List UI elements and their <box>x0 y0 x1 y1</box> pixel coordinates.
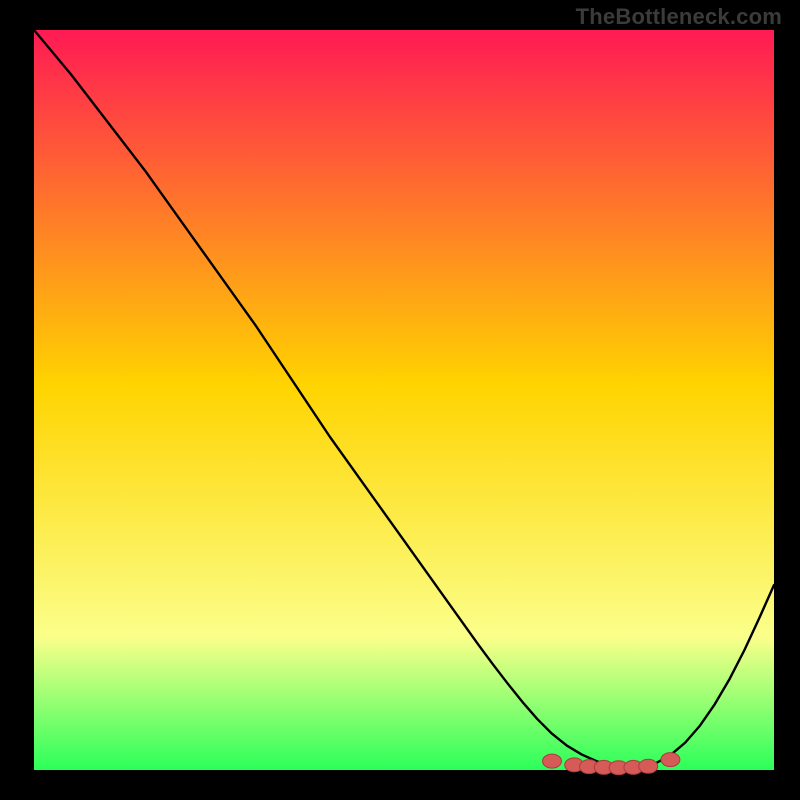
bottleneck-chart <box>0 0 800 800</box>
optimal-point-marker <box>543 754 562 768</box>
chart-frame: { "watermark": "TheBottleneck.com", "col… <box>0 0 800 800</box>
watermark-text: TheBottleneck.com <box>576 4 782 30</box>
optimal-point-marker <box>639 759 658 773</box>
plot-background <box>34 30 774 770</box>
optimal-point-marker <box>661 753 680 767</box>
